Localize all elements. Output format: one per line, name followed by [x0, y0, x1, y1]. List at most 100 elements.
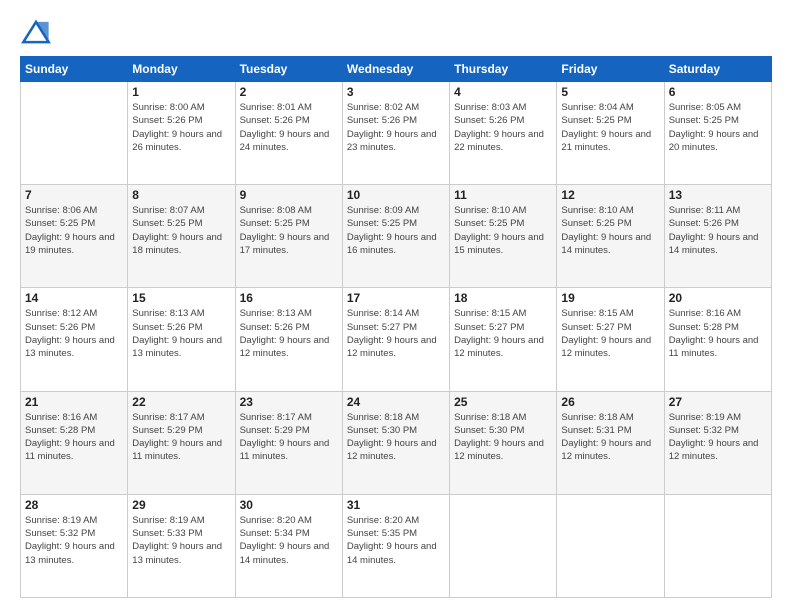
- day-info: Sunrise: 8:19 AM Sunset: 5:32 PM Dayligh…: [25, 514, 123, 567]
- calendar-cell: [450, 494, 557, 597]
- day-info: Sunrise: 8:08 AM Sunset: 5:25 PM Dayligh…: [240, 204, 338, 257]
- calendar-day-header: Wednesday: [342, 57, 449, 82]
- calendar-cell: 17 Sunrise: 8:14 AM Sunset: 5:27 PM Dayli…: [342, 288, 449, 391]
- day-number: 12: [561, 188, 659, 202]
- day-number: 13: [669, 188, 767, 202]
- calendar-week-row: 28 Sunrise: 8:19 AM Sunset: 5:32 PM Dayli…: [21, 494, 772, 597]
- day-info: Sunrise: 8:10 AM Sunset: 5:25 PM Dayligh…: [454, 204, 552, 257]
- day-number: 24: [347, 395, 445, 409]
- calendar-header-row: SundayMondayTuesdayWednesdayThursdayFrid…: [21, 57, 772, 82]
- day-info: Sunrise: 8:19 AM Sunset: 5:33 PM Dayligh…: [132, 514, 230, 567]
- day-info: Sunrise: 8:18 AM Sunset: 5:31 PM Dayligh…: [561, 411, 659, 464]
- day-info: Sunrise: 8:12 AM Sunset: 5:26 PM Dayligh…: [25, 307, 123, 360]
- day-number: 14: [25, 291, 123, 305]
- calendar-cell: 21Sunrise: 8:16 AM Sunset: 5:28 PM Dayli…: [21, 391, 128, 494]
- calendar-day-header: Saturday: [664, 57, 771, 82]
- day-info: Sunrise: 8:13 AM Sunset: 5:26 PM Dayligh…: [240, 307, 338, 360]
- calendar-cell: 3 Sunrise: 8:02 AM Sunset: 5:26 PM Daylig…: [342, 82, 449, 185]
- day-number: 26: [561, 395, 659, 409]
- day-number: 9: [240, 188, 338, 202]
- calendar-cell: 28 Sunrise: 8:19 AM Sunset: 5:32 PM Dayli…: [21, 494, 128, 597]
- calendar-cell: 27Sunrise: 8:19 AM Sunset: 5:32 PM Dayli…: [664, 391, 771, 494]
- calendar-cell: 12 Sunrise: 8:10 AM Sunset: 5:25 PM Dayli…: [557, 185, 664, 288]
- day-info: Sunrise: 8:19 AM Sunset: 5:32 PM Dayligh…: [669, 411, 767, 464]
- calendar-cell: 15 Sunrise: 8:13 AM Sunset: 5:26 PM Dayli…: [128, 288, 235, 391]
- calendar-cell: 5 Sunrise: 8:04 AM Sunset: 5:25 PM Daylig…: [557, 82, 664, 185]
- day-info: Sunrise: 8:04 AM Sunset: 5:25 PM Dayligh…: [561, 101, 659, 154]
- calendar-cell: 10 Sunrise: 8:09 AM Sunset: 5:25 PM Dayli…: [342, 185, 449, 288]
- day-number: 23: [240, 395, 338, 409]
- day-info: Sunrise: 8:11 AM Sunset: 5:26 PM Dayligh…: [669, 204, 767, 257]
- day-number: 1: [132, 85, 230, 99]
- calendar-cell: 2 Sunrise: 8:01 AM Sunset: 5:26 PM Daylig…: [235, 82, 342, 185]
- day-info: Sunrise: 8:20 AM Sunset: 5:35 PM Dayligh…: [347, 514, 445, 567]
- day-info: Sunrise: 8:13 AM Sunset: 5:26 PM Dayligh…: [132, 307, 230, 360]
- calendar-day-header: Sunday: [21, 57, 128, 82]
- logo-icon: [20, 18, 52, 46]
- day-info: Sunrise: 8:15 AM Sunset: 5:27 PM Dayligh…: [454, 307, 552, 360]
- calendar-cell: [557, 494, 664, 597]
- day-number: 28: [25, 498, 123, 512]
- day-number: 8: [132, 188, 230, 202]
- day-info: Sunrise: 8:10 AM Sunset: 5:25 PM Dayligh…: [561, 204, 659, 257]
- day-info: Sunrise: 8:16 AM Sunset: 5:28 PM Dayligh…: [669, 307, 767, 360]
- calendar-cell: [664, 494, 771, 597]
- calendar-cell: 1 Sunrise: 8:00 AM Sunset: 5:26 PM Daylig…: [128, 82, 235, 185]
- day-number: 21: [25, 395, 123, 409]
- page: SundayMondayTuesdayWednesdayThursdayFrid…: [0, 0, 792, 612]
- calendar-cell: [21, 82, 128, 185]
- calendar-week-row: 1 Sunrise: 8:00 AM Sunset: 5:26 PM Daylig…: [21, 82, 772, 185]
- day-number: 10: [347, 188, 445, 202]
- day-number: 18: [454, 291, 552, 305]
- calendar-cell: 24 Sunrise: 8:18 AM Sunset: 5:30 PM Dayli…: [342, 391, 449, 494]
- day-info: Sunrise: 8:02 AM Sunset: 5:26 PM Dayligh…: [347, 101, 445, 154]
- calendar-cell: 14 Sunrise: 8:12 AM Sunset: 5:26 PM Dayli…: [21, 288, 128, 391]
- calendar-cell: 7 Sunrise: 8:06 AM Sunset: 5:25 PM Daylig…: [21, 185, 128, 288]
- day-info: Sunrise: 8:07 AM Sunset: 5:25 PM Dayligh…: [132, 204, 230, 257]
- day-number: 25: [454, 395, 552, 409]
- calendar-cell: 18 Sunrise: 8:15 AM Sunset: 5:27 PM Dayli…: [450, 288, 557, 391]
- day-info: Sunrise: 8:18 AM Sunset: 5:30 PM Dayligh…: [454, 411, 552, 464]
- day-info: Sunrise: 8:18 AM Sunset: 5:30 PM Dayligh…: [347, 411, 445, 464]
- calendar-day-header: Tuesday: [235, 57, 342, 82]
- day-info: Sunrise: 8:17 AM Sunset: 5:29 PM Dayligh…: [240, 411, 338, 464]
- day-number: 19: [561, 291, 659, 305]
- day-number: 16: [240, 291, 338, 305]
- day-info: Sunrise: 8:03 AM Sunset: 5:26 PM Dayligh…: [454, 101, 552, 154]
- day-number: 6: [669, 85, 767, 99]
- day-info: Sunrise: 8:15 AM Sunset: 5:27 PM Dayligh…: [561, 307, 659, 360]
- day-number: 30: [240, 498, 338, 512]
- calendar-cell: 16 Sunrise: 8:13 AM Sunset: 5:26 PM Dayli…: [235, 288, 342, 391]
- day-number: 15: [132, 291, 230, 305]
- day-info: Sunrise: 8:20 AM Sunset: 5:34 PM Dayligh…: [240, 514, 338, 567]
- calendar-cell: 23 Sunrise: 8:17 AM Sunset: 5:29 PM Dayli…: [235, 391, 342, 494]
- day-number: 11: [454, 188, 552, 202]
- calendar-cell: 25 Sunrise: 8:18 AM Sunset: 5:30 PM Dayli…: [450, 391, 557, 494]
- day-number: 2: [240, 85, 338, 99]
- calendar-week-row: 14 Sunrise: 8:12 AM Sunset: 5:26 PM Dayli…: [21, 288, 772, 391]
- day-number: 7: [25, 188, 123, 202]
- calendar-cell: 11 Sunrise: 8:10 AM Sunset: 5:25 PM Dayli…: [450, 185, 557, 288]
- day-number: 5: [561, 85, 659, 99]
- day-number: 17: [347, 291, 445, 305]
- calendar-day-header: Friday: [557, 57, 664, 82]
- day-info: Sunrise: 8:14 AM Sunset: 5:27 PM Dayligh…: [347, 307, 445, 360]
- day-number: 20: [669, 291, 767, 305]
- calendar-day-header: Monday: [128, 57, 235, 82]
- calendar-cell: 20 Sunrise: 8:16 AM Sunset: 5:28 PM Dayli…: [664, 288, 771, 391]
- day-number: 22: [132, 395, 230, 409]
- day-info: Sunrise: 8:17 AM Sunset: 5:29 PM Dayligh…: [132, 411, 230, 464]
- day-info: Sunrise: 8:09 AM Sunset: 5:25 PM Dayligh…: [347, 204, 445, 257]
- day-number: 31: [347, 498, 445, 512]
- calendar-cell: 6Sunrise: 8:05 AM Sunset: 5:25 PM Daylig…: [664, 82, 771, 185]
- day-info: Sunrise: 8:01 AM Sunset: 5:26 PM Dayligh…: [240, 101, 338, 154]
- day-number: 4: [454, 85, 552, 99]
- calendar-cell: 13 Sunrise: 8:11 AM Sunset: 5:26 PM Dayli…: [664, 185, 771, 288]
- day-info: Sunrise: 8:06 AM Sunset: 5:25 PM Dayligh…: [25, 204, 123, 257]
- day-number: 29: [132, 498, 230, 512]
- day-info: Sunrise: 8:00 AM Sunset: 5:26 PM Dayligh…: [132, 101, 230, 154]
- calendar-cell: 4 Sunrise: 8:03 AM Sunset: 5:26 PM Daylig…: [450, 82, 557, 185]
- calendar-cell: 31 Sunrise: 8:20 AM Sunset: 5:35 PM Dayli…: [342, 494, 449, 597]
- calendar-table: SundayMondayTuesdayWednesdayThursdayFrid…: [20, 56, 772, 598]
- day-number: 3: [347, 85, 445, 99]
